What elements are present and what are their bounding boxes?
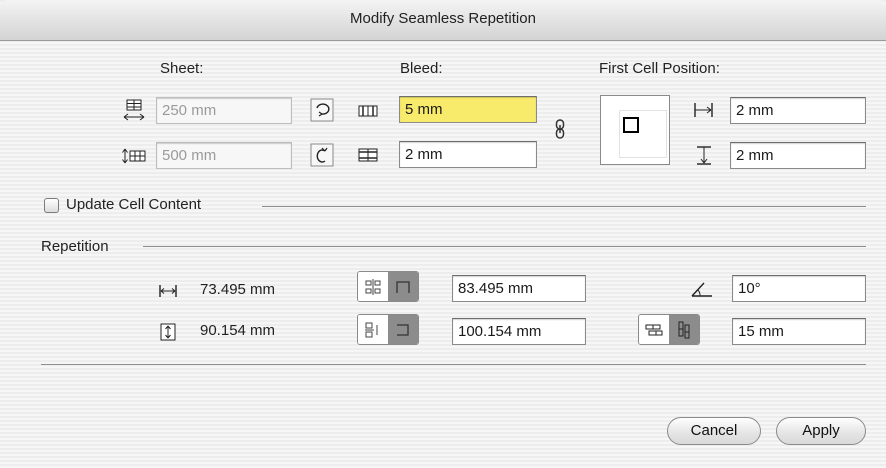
apply-button[interactable]: Apply <box>776 417 866 445</box>
window-title: Modify Seamless Repetition <box>350 10 536 27</box>
sheet-width-icon <box>122 98 146 122</box>
bleed-label: Bleed: <box>400 60 443 77</box>
bottom-divider <box>41 364 866 365</box>
chain-link-icon[interactable] <box>548 117 572 141</box>
angle-icon <box>690 278 714 302</box>
update-cell-content-label[interactable]: Update Cell Content <box>66 196 201 213</box>
horizontal-gap-mode-button[interactable] <box>358 272 388 301</box>
offset-field[interactable]: 15 mm <box>732 318 866 345</box>
bleed-vertical-icon <box>356 143 380 167</box>
repetition-divider <box>143 246 866 247</box>
sheet-label: Sheet: <box>160 60 204 77</box>
vertical-distance-mode-button[interactable] <box>388 315 418 344</box>
title-bar: Modify Seamless Repetition <box>0 0 886 41</box>
first-cell-position-label: First Cell Position: <box>599 60 720 77</box>
horizontal-distance-mode-button[interactable] <box>388 272 418 301</box>
sheet-width-field[interactable]: 250 mm <box>156 97 292 124</box>
modify-seamless-repetition-dialog: Modify Seamless Repetition Sheet: 250 mm… <box>0 0 886 468</box>
cancel-button[interactable]: Cancel <box>667 417 761 445</box>
update-cell-content-checkbox[interactable] <box>44 198 59 213</box>
vertical-spacing-mode-toggle[interactable] <box>357 314 419 345</box>
rotate-ccw-icon[interactable] <box>310 98 334 122</box>
update-cell-divider <box>262 206 866 207</box>
first-cell-vertical-field[interactable]: 2 mm <box>730 142 866 169</box>
horizontal-spacing-field[interactable]: 83.495 mm <box>452 275 586 302</box>
horizontal-spacing-mode-toggle[interactable] <box>357 271 419 302</box>
cell-height-icon <box>156 320 180 344</box>
cell-width-icon <box>156 279 180 303</box>
offset-direction-toggle[interactable] <box>638 314 700 345</box>
first-cell-marker[interactable] <box>623 117 639 133</box>
bleed-horizontal-field[interactable]: 5 mm <box>399 96 537 123</box>
vertical-offset-icon <box>692 143 716 167</box>
first-cell-horizontal-field[interactable]: 2 mm <box>730 97 866 124</box>
row-offset-button[interactable] <box>639 315 669 344</box>
horizontal-offset-icon <box>692 98 716 122</box>
sheet-height-field[interactable]: 500 mm <box>156 142 292 169</box>
rotate-cw-icon[interactable] <box>310 143 334 167</box>
vertical-gap-mode-button[interactable] <box>358 315 388 344</box>
bleed-vertical-field[interactable]: 2 mm <box>399 141 537 168</box>
repetition-label: Repetition <box>41 238 109 255</box>
bleed-horizontal-icon <box>356 99 380 123</box>
cell-height-value: 90.154 mm <box>200 322 276 339</box>
vertical-spacing-field[interactable]: 100.154 mm <box>452 318 586 345</box>
sheet-height-icon <box>122 144 146 168</box>
first-cell-preview <box>600 95 670 165</box>
column-offset-button[interactable] <box>669 315 699 344</box>
cell-width-value: 73.495 mm <box>200 281 276 298</box>
angle-field[interactable]: 10° <box>732 275 866 302</box>
